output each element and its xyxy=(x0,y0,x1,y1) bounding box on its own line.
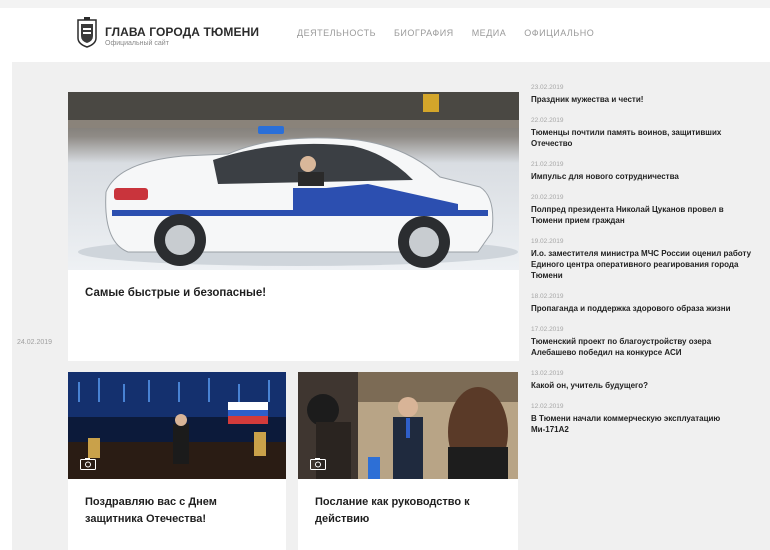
news-date: 21.02.2019 xyxy=(531,161,564,168)
news-item[interactable]: 22.02.2019 Тюменцы почтили память воинов… xyxy=(531,117,756,149)
city-emblem-icon[interactable] xyxy=(76,16,98,48)
news-item[interactable]: 23.02.2019 Праздник мужества и чести! xyxy=(531,84,756,105)
featured-article[interactable]: Самые быстрые и безопасные! xyxy=(68,92,519,361)
news-item[interactable]: 12.02.2019 В Тюмени начали коммерческую … xyxy=(531,403,756,435)
article-card-title[interactable]: Поздравляю вас с Днем защитника Отечеств… xyxy=(85,494,270,528)
news-title[interactable]: В Тюмени начали коммерческую эксплуатаци… xyxy=(531,413,756,435)
news-date: 20.02.2019 xyxy=(531,194,564,201)
news-title[interactable]: Полпред президента Николай Цуканов прове… xyxy=(531,204,756,226)
news-title[interactable]: Тюменцы почтили память воинов, защитивши… xyxy=(531,127,756,149)
news-date: 13.02.2019 xyxy=(531,370,564,377)
featured-article-title[interactable]: Самые быстрые и безопасные! xyxy=(85,287,266,299)
news-item[interactable]: 21.02.2019 Импульс для нового сотрудниче… xyxy=(531,161,756,182)
news-title[interactable]: Импульс для нового сотрудничества xyxy=(531,171,756,182)
news-item[interactable]: 13.02.2019 Какой он, учитель будущего? xyxy=(531,370,756,391)
news-sidebar: 23.02.2019 Праздник мужества и чести! 22… xyxy=(531,84,756,447)
top-strip xyxy=(0,0,770,8)
site-header: ГЛАВА ГОРОДА ТЮМЕНИ Официальный сайт ДЕЯ… xyxy=(0,0,770,62)
news-title[interactable]: Пропаганда и поддержка здорового образа … xyxy=(531,303,756,314)
article-card-image[interactable] xyxy=(298,372,518,479)
concert-stage-photo xyxy=(68,372,286,479)
news-item[interactable]: 17.02.2019 Тюменский проект по благоустр… xyxy=(531,326,756,358)
news-date: 23.02.2019 xyxy=(531,84,564,91)
site-subtitle: Официальный сайт xyxy=(105,40,169,47)
news-title[interactable]: И.о. заместителя министра МЧС России оце… xyxy=(531,248,756,281)
news-item[interactable]: 20.02.2019 Полпред президента Николай Цу… xyxy=(531,194,756,226)
news-title[interactable]: Праздник мужества и чести! xyxy=(531,94,756,105)
news-title[interactable]: Тюменский проект по благоустройству озер… xyxy=(531,336,756,358)
nav-item-official[interactable]: ОФИЦИАЛЬНО xyxy=(524,28,594,38)
news-date: 12.02.2019 xyxy=(531,403,564,410)
police-car-photo xyxy=(68,92,519,270)
page: ГЛАВА ГОРОДА ТЮМЕНИ Официальный сайт ДЕЯ… xyxy=(0,0,770,550)
news-date: 18.02.2019 xyxy=(531,293,564,300)
nav-item-media[interactable]: МЕДИА xyxy=(472,28,507,38)
nav-item-activity[interactable]: ДЕЯТЕЛЬНОСТЬ xyxy=(297,28,376,38)
gallery-icon xyxy=(310,458,326,470)
nav-item-biography[interactable]: БИОГРАФИЯ xyxy=(394,28,454,38)
news-item[interactable]: 19.02.2019 И.о. заместителя министра МЧС… xyxy=(531,238,756,281)
news-date: 22.02.2019 xyxy=(531,117,564,124)
article-card-title[interactable]: Послание как руководство к действию xyxy=(315,494,500,528)
article-card-image[interactable] xyxy=(68,372,286,479)
article-card[interactable]: Поздравляю вас с Днем защитника Отечеств… xyxy=(68,372,286,550)
article-card[interactable]: Послание как руководство к действию xyxy=(298,372,518,550)
featured-article-image[interactable] xyxy=(68,92,519,270)
featured-article-date: 24.02.2019 xyxy=(17,339,53,346)
news-title[interactable]: Какой он, учитель будущего? xyxy=(531,380,756,391)
news-item[interactable]: 18.02.2019 Пропаганда и поддержка здоров… xyxy=(531,293,756,314)
site-title[interactable]: ГЛАВА ГОРОДА ТЮМЕНИ xyxy=(105,25,259,39)
main-nav: ДЕЯТЕЛЬНОСТЬ БИОГРАФИЯ МЕДИА ОФИЦИАЛЬНО xyxy=(297,28,594,38)
press-conference-photo xyxy=(298,372,518,479)
news-date: 19.02.2019 xyxy=(531,238,564,245)
gallery-icon xyxy=(80,458,96,470)
news-date: 17.02.2019 xyxy=(531,326,564,333)
